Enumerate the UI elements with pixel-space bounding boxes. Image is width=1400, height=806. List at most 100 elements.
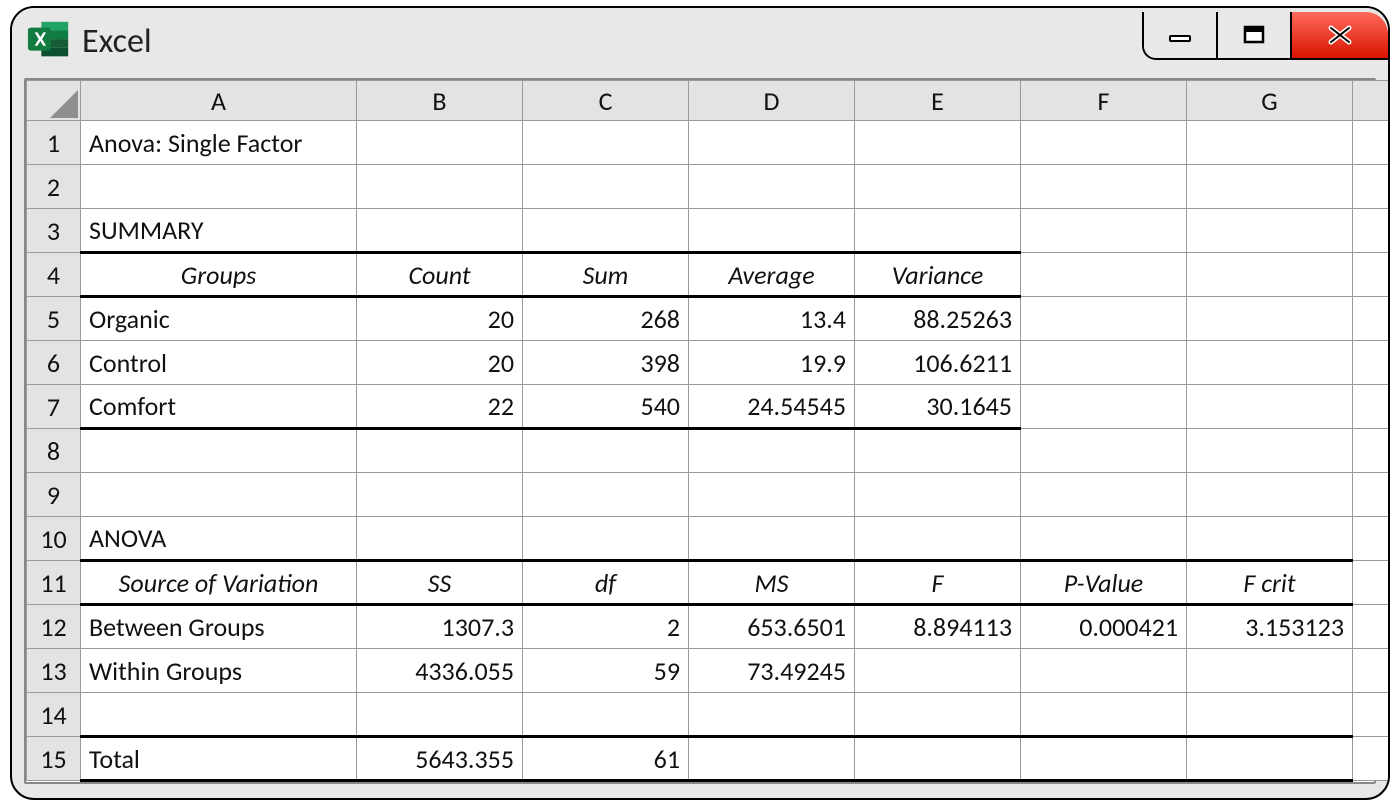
select-all-corner[interactable] [27,81,81,121]
cell-G9[interactable] [1187,473,1353,517]
cell-G13[interactable] [1187,649,1353,693]
cell-H5[interactable] [1353,297,1391,341]
cell-F3[interactable] [1021,209,1187,253]
cell-A10[interactable]: ANOVA [81,517,357,561]
cell-G6[interactable] [1187,341,1353,385]
cell-C13[interactable]: 59 [523,649,689,693]
cell-E5[interactable]: 88.25263 [855,297,1021,341]
cell-C8[interactable] [523,429,689,473]
cell-H9[interactable] [1353,473,1391,517]
cell-A15[interactable]: Total [81,737,357,781]
cell-C7[interactable]: 540 [523,385,689,429]
cell-C10[interactable] [523,517,689,561]
cell-H15[interactable] [1353,737,1391,781]
cell-D8[interactable] [689,429,855,473]
row-header[interactable]: 1 [27,121,81,165]
cell-G12[interactable]: 3.153123 [1187,605,1353,649]
cell-B15[interactable]: 5643.355 [357,737,523,781]
row-header[interactable]: 14 [27,693,81,737]
cell-G1[interactable] [1187,121,1353,165]
cell-F1[interactable] [1021,121,1187,165]
cell-B6[interactable]: 20 [357,341,523,385]
cell-H13[interactable] [1353,649,1391,693]
cell-H11[interactable] [1353,561,1391,605]
cell-F15[interactable] [1021,737,1187,781]
cell-E9[interactable] [855,473,1021,517]
cell-H2[interactable] [1353,165,1391,209]
row-header[interactable]: 5 [27,297,81,341]
cell-A13[interactable]: Within Groups [81,649,357,693]
col-header-A[interactable]: A [81,81,357,121]
cell-G11[interactable]: F crit [1187,561,1353,605]
worksheet[interactable]: A B C D E F G 1 Anova: Single Factor 2 [24,78,1376,784]
cell-F5[interactable] [1021,297,1187,341]
cell-H14[interactable] [1353,693,1391,737]
row-header[interactable]: 8 [27,429,81,473]
cell-H10[interactable] [1353,517,1391,561]
cell-F14[interactable] [1021,693,1187,737]
cell-E10[interactable] [855,517,1021,561]
cell-H6[interactable] [1353,341,1391,385]
cell-B2[interactable] [357,165,523,209]
cell-E13[interactable] [855,649,1021,693]
cell-E2[interactable] [855,165,1021,209]
col-header-G[interactable]: G [1187,81,1353,121]
cell-E11[interactable]: F [855,561,1021,605]
cell-E3[interactable] [855,209,1021,253]
cell-F7[interactable] [1021,385,1187,429]
cell-A7[interactable]: Comfort [81,385,357,429]
cell-D15[interactable] [689,737,855,781]
cell-E4[interactable]: Variance [855,253,1021,297]
cell-C9[interactable] [523,473,689,517]
cell-B7[interactable]: 22 [357,385,523,429]
cell-F11[interactable]: P-Value [1021,561,1187,605]
cell-A3[interactable]: SUMMARY [81,209,357,253]
cell-F10[interactable] [1021,517,1187,561]
cell-F12[interactable]: 0.000421 [1021,605,1187,649]
row-header[interactable]: 2 [27,165,81,209]
cell-E14[interactable] [855,693,1021,737]
cell-A5[interactable]: Organic [81,297,357,341]
cell-E15[interactable] [855,737,1021,781]
cell-B1[interactable] [357,121,523,165]
cell-B11[interactable]: SS [357,561,523,605]
col-header-F[interactable]: F [1021,81,1187,121]
cell-A14[interactable] [81,693,357,737]
cell-B8[interactable] [357,429,523,473]
cell-A9[interactable] [81,473,357,517]
cell-G2[interactable] [1187,165,1353,209]
cell-F4[interactable] [1021,253,1187,297]
cell-A2[interactable] [81,165,357,209]
cell-B9[interactable] [357,473,523,517]
cell-B10[interactable] [357,517,523,561]
cell-G4[interactable] [1187,253,1353,297]
cell-B4[interactable]: Count [357,253,523,297]
cell-B13[interactable]: 4336.055 [357,649,523,693]
cell-G3[interactable] [1187,209,1353,253]
cell-G15[interactable] [1187,737,1353,781]
cell-C14[interactable] [523,693,689,737]
cell-D13[interactable]: 73.49245 [689,649,855,693]
cell-G8[interactable] [1187,429,1353,473]
cell-D5[interactable]: 13.4 [689,297,855,341]
cell-A4[interactable]: Groups [81,253,357,297]
cell-H1[interactable] [1353,121,1391,165]
close-button[interactable] [1292,12,1388,58]
cell-H4[interactable] [1353,253,1391,297]
cell-D11[interactable]: MS [689,561,855,605]
row-header[interactable]: 12 [27,605,81,649]
col-header-B[interactable]: B [357,81,523,121]
row-header[interactable]: 13 [27,649,81,693]
cell-B14[interactable] [357,693,523,737]
grid[interactable]: A B C D E F G 1 Anova: Single Factor 2 [26,80,1390,782]
row-header[interactable]: 3 [27,209,81,253]
row-header[interactable]: 11 [27,561,81,605]
cell-F8[interactable] [1021,429,1187,473]
cell-C4[interactable]: Sum [523,253,689,297]
cell-D4[interactable]: Average [689,253,855,297]
cell-C6[interactable]: 398 [523,341,689,385]
cell-A1[interactable]: Anova: Single Factor [81,121,357,165]
cell-B12[interactable]: 1307.3 [357,605,523,649]
cell-H3[interactable] [1353,209,1391,253]
cell-A12[interactable]: Between Groups [81,605,357,649]
